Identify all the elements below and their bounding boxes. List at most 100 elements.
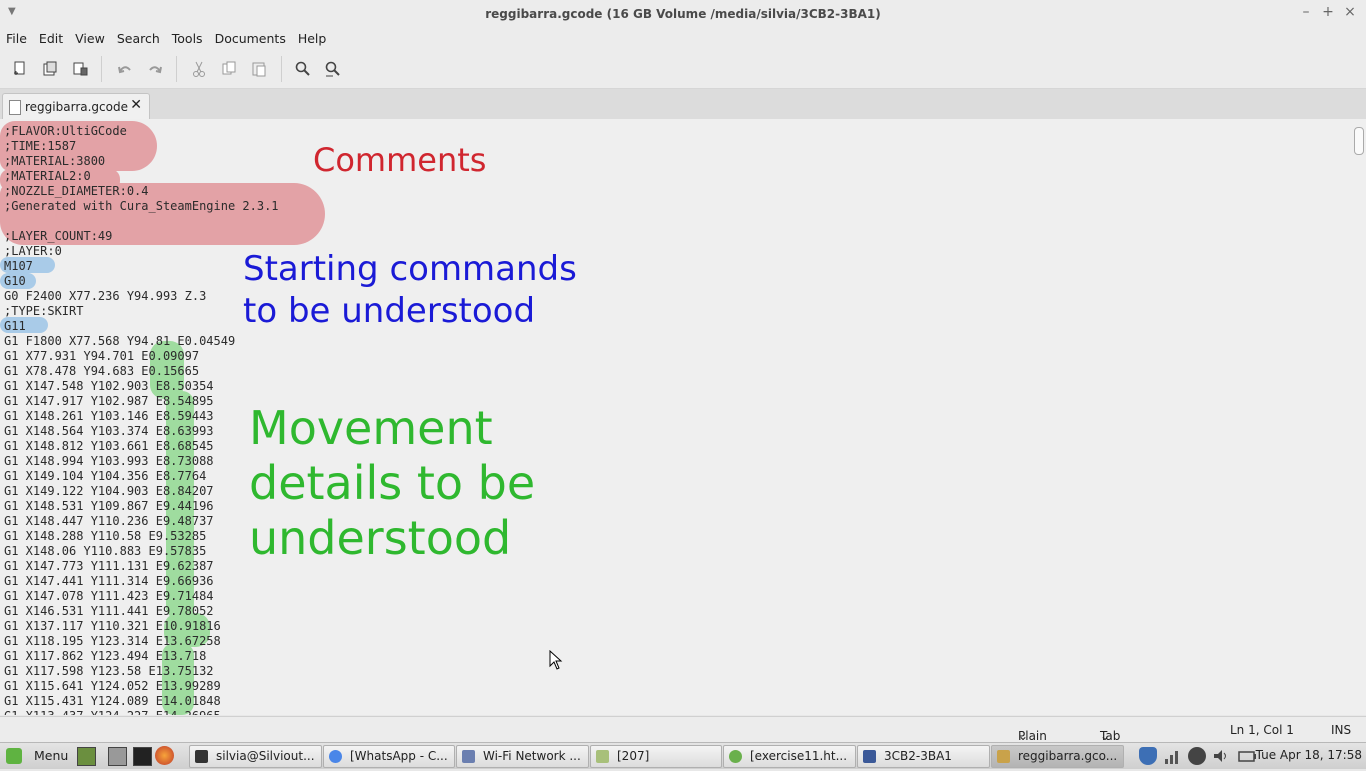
save-icon[interactable] [70, 59, 90, 79]
volume-icon[interactable] [1212, 747, 1230, 765]
insert-mode: INS [1331, 723, 1352, 737]
network-signal-icon[interactable] [1163, 747, 1181, 765]
annotation-starting-line1: Starting commands [243, 249, 577, 289]
toolbar-separator [281, 56, 282, 82]
cursor-position: Ln 1, Col 1 [1230, 723, 1294, 737]
close-tab-button[interactable]: ✕ [130, 97, 142, 113]
code-line: ;TYPE:SKIRT [4, 304, 84, 318]
code-line: ;MATERIAL2:0 [4, 169, 91, 183]
network-icon [462, 750, 475, 763]
taskbar-item-label: silvia@Silviout... [216, 749, 315, 763]
show-desktop-icon[interactable] [77, 747, 96, 766]
shield-icon[interactable] [1139, 747, 1157, 765]
code-line: G1 X148.994 Y103.993 E8.73088 [4, 454, 214, 468]
new-document-icon[interactable] [10, 59, 30, 79]
scrollbar-thumb[interactable] [1354, 127, 1364, 155]
taskbar-item-whatsapp[interactable]: [WhatsApp - C... [323, 745, 455, 768]
tab-bar: reggibarra.gcode ✕ [0, 89, 1366, 120]
taskbar-item-label: [207] [617, 749, 650, 763]
taskbar-item-label: Wi-Fi Network ... [483, 749, 581, 763]
taskbar-item-editor[interactable]: reggibarra.gco... [991, 745, 1124, 768]
vertical-scrollbar[interactable] [1350, 119, 1366, 715]
mint-logo-icon [6, 748, 22, 764]
code-line: G1 X115.641 Y124.052 E13.99289 [4, 679, 221, 693]
maximize-button[interactable]: + [1320, 4, 1336, 20]
code-line: G1 X137.117 Y110.321 E10.91816 [4, 619, 221, 633]
code-line: G1 X147.548 Y102.903 E8.50354 [4, 379, 214, 393]
code-line: G1 X77.931 Y94.701 E0.09097 [4, 349, 200, 363]
copy-icon[interactable] [219, 59, 239, 79]
replace-icon[interactable] [323, 59, 343, 79]
paste-icon[interactable] [249, 59, 269, 79]
taskbar-item-label: 3CB2-3BA1 [884, 749, 952, 763]
menu-view[interactable]: View [69, 29, 111, 48]
taskbar-item-wifi[interactable]: Wi-Fi Network ... [456, 745, 589, 768]
clock[interactable]: Tue Apr 18, 17:58 [1256, 748, 1362, 762]
toolbar-separator [176, 56, 177, 82]
open-icon[interactable] [40, 59, 60, 79]
firefox-icon[interactable] [155, 746, 174, 765]
menu-documents[interactable]: Documents [209, 29, 292, 48]
code-line: G1 X148.531 Y109.867 E9.44196 [4, 499, 214, 513]
battery-icon[interactable] [1238, 747, 1256, 765]
terminal-icon[interactable] [133, 747, 152, 766]
code-line: G1 X148.06 Y110.883 E9.57835 [4, 544, 207, 558]
code-line: G1 X148.812 Y103.661 E8.68545 [4, 439, 214, 453]
code-line: G1 X149.122 Y104.903 E8.84207 [4, 484, 214, 498]
menu-edit[interactable]: Edit [33, 29, 69, 48]
taskbar-item-label: reggibarra.gco... [1018, 749, 1118, 763]
code-line: ;FLAVOR:UltiGCode [4, 124, 127, 138]
code-line: G1 X149.104 Y104.356 E8.7764 [4, 469, 207, 483]
taskbar: Menu silvia@Silviout... [WhatsApp - C...… [0, 742, 1366, 769]
tab-label: reggibarra.gcode [25, 100, 128, 114]
bluetooth-icon[interactable] [1188, 747, 1206, 765]
text-editor[interactable]: ;FLAVOR:UltiGCode ;TIME:1587 ;MATERIAL:380… [0, 119, 1366, 715]
mouse-cursor-icon [549, 650, 563, 670]
menu-search[interactable]: Search [111, 29, 166, 48]
title-bar: ▼ reggibarra.gcode (16 GB Volume /media/… [0, 0, 1366, 28]
cut-icon[interactable] [189, 59, 209, 79]
code-line: G11 [4, 319, 26, 333]
code-line: ;MATERIAL:3800 [4, 154, 106, 168]
menu-bar: File Edit View Search Tools Documents Help [0, 28, 1366, 50]
file-manager-icon[interactable] [108, 747, 127, 766]
code-line: G1 F1800 X77.568 Y94.81 E0.04549 [4, 334, 236, 348]
menu-file[interactable]: File [0, 29, 33, 48]
taskbar-item-exercise[interactable]: [exercise11.ht... [723, 745, 856, 768]
toolbar-separator [101, 56, 102, 82]
close-window-button[interactable]: × [1342, 4, 1358, 20]
code-line: ;LAYER:0 [4, 244, 62, 258]
window-title: reggibarra.gcode (16 GB Volume /media/si… [485, 7, 881, 21]
menu-label: Menu [34, 748, 69, 763]
code-line: G1 X117.598 Y123.58 E13.75132 [4, 664, 214, 678]
chrome-icon [329, 750, 342, 763]
menu-tools[interactable]: Tools [166, 29, 209, 48]
minimize-button[interactable]: – [1298, 4, 1314, 20]
toolbar [0, 50, 1366, 89]
code-line: G1 X147.917 Y102.987 E8.54895 [4, 394, 214, 408]
undo-icon[interactable] [115, 59, 135, 79]
code-line: G1 X148.564 Y103.374 E8.63993 [4, 424, 214, 438]
tab-reggibarra[interactable]: reggibarra.gcode ✕ [2, 93, 150, 120]
code-line: ;Generated with Cura_SteamEngine 2.3.1 [4, 199, 279, 213]
taskbar-item-terminal[interactable]: silvia@Silviout... [189, 745, 322, 768]
code-content[interactable]: ;FLAVOR:UltiGCode ;TIME:1587 ;MATERIAL:380… [4, 124, 279, 715]
taskbar-item-label: [WhatsApp - C... [350, 749, 448, 763]
taskbar-item-folder[interactable]: [207] [590, 745, 722, 768]
status-bar: Plain Text ⌄ Tab Width: 4 ⌄ Ln 1, Col 1 … [0, 716, 1366, 771]
annotation-movement-line3: understood [249, 511, 512, 565]
code-line: G1 X147.441 Y111.314 E9.66936 [4, 574, 214, 588]
redo-icon[interactable] [145, 59, 165, 79]
drive-icon [863, 750, 876, 763]
taskbar-item-volume[interactable]: 3CB2-3BA1 [857, 745, 990, 768]
code-line: G1 X146.531 Y111.441 E9.78052 [4, 604, 214, 618]
menu-help[interactable]: Help [292, 29, 333, 48]
browser-icon [729, 750, 742, 763]
search-icon[interactable] [293, 59, 313, 79]
code-line: ;NOZZLE_DIAMETER:0.4 [4, 184, 149, 198]
code-line: G1 X148.288 Y110.58 E9.53285 [4, 529, 207, 543]
code-line: G1 X113.437 Y124.227 E14.26965 [4, 709, 279, 715]
annotation-movement-line2: details to be [249, 456, 536, 510]
code-line: ;TIME:1587 [4, 139, 77, 153]
